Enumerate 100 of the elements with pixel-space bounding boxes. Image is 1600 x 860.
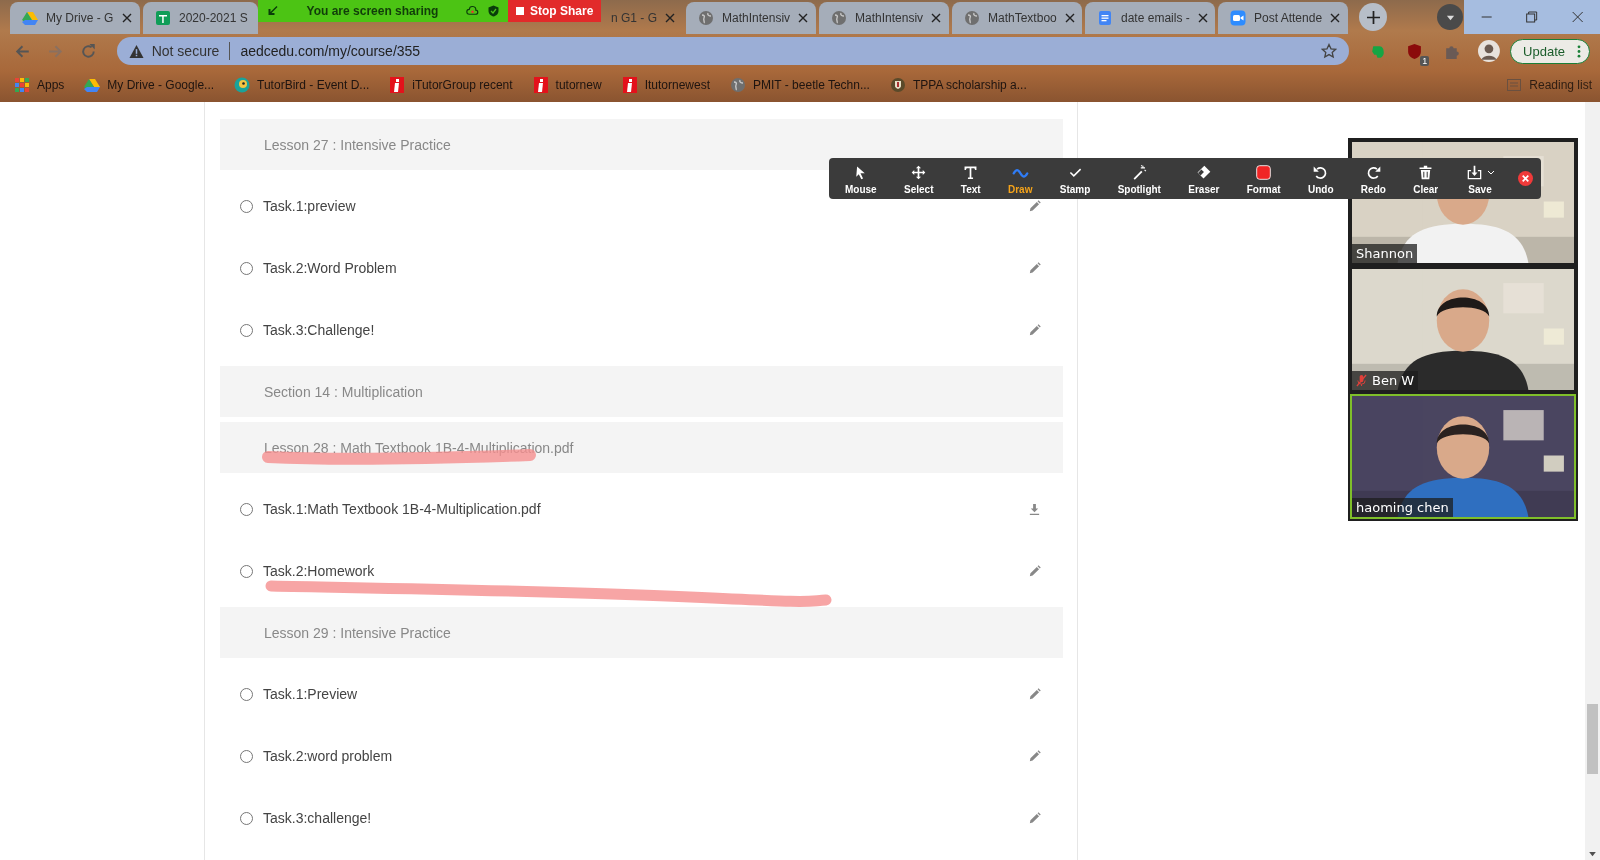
tool-button[interactable]: Save <box>1461 162 1499 195</box>
pencil-icon[interactable] <box>1028 199 1041 213</box>
close-icon[interactable] <box>1330 13 1341 23</box>
bookmark-item[interactable]: Itutornewest <box>621 77 710 93</box>
profile-avatar[interactable] <box>1478 40 1501 62</box>
task-link[interactable]: Task.1:Math Textbook 1B-4-Multiplication.pdf <box>263 501 541 517</box>
pencil-icon[interactable] <box>1028 261 1041 275</box>
video-camera-icon <box>1230 10 1246 26</box>
task-link[interactable]: Task.3:challenge! <box>263 810 372 826</box>
color-swatch-icon <box>1255 164 1273 181</box>
crest-icon <box>889 77 906 93</box>
address-bar[interactable]: Not secure aedcedu.com/my/course/355 <box>116 37 1350 65</box>
browser-tab[interactable]: date emails - <box>1085 2 1215 34</box>
task-link[interactable]: Task.2:word problem <box>263 748 393 764</box>
tool-button[interactable]: Draw <box>1003 162 1037 195</box>
spreadsheet-icon <box>155 10 171 26</box>
pencil-icon[interactable] <box>1028 811 1041 825</box>
scroll-down-icon[interactable] <box>1589 852 1596 857</box>
download-icon[interactable] <box>1028 502 1041 516</box>
close-icon[interactable] <box>1064 13 1075 23</box>
tool-button[interactable]: Redo <box>1356 162 1390 195</box>
bookmark-item[interactable]: TutorBird - Event D... <box>234 77 370 93</box>
shield-icon <box>487 5 500 17</box>
drive-icon <box>84 77 101 93</box>
browser-tab[interactable]: 2020-2021 S <box>143 2 258 34</box>
tool-button[interactable]: Select <box>900 162 938 195</box>
caret-icon[interactable] <box>1486 169 1495 176</box>
move-arrows-icon <box>910 164 928 181</box>
shield-icon[interactable] <box>1406 42 1424 60</box>
bookmark-item[interactable]: PMIT - beetle Techn... <box>730 77 870 93</box>
close-icon[interactable] <box>931 13 942 23</box>
browser-tab[interactable]: MathIntensiv <box>819 2 949 34</box>
bookmark-label: TutorBird - Event D... <box>257 78 370 92</box>
bookmark-label: Itutornewest <box>644 78 710 92</box>
browser-tab[interactable]: My Drive - G <box>10 2 140 34</box>
close-icon[interactable] <box>1517 171 1533 186</box>
url-text: aedcedu.com/my/course/355 <box>240 43 421 59</box>
pencil-icon[interactable] <box>1028 564 1041 578</box>
pencil-icon[interactable] <box>1028 323 1041 337</box>
globe-icon <box>730 77 746 93</box>
drive-icon <box>22 10 38 26</box>
plus-icon[interactable] <box>1366 10 1380 24</box>
tool-button[interactable]: Undo <box>1304 162 1338 195</box>
bookmark-label: tutornew <box>555 78 602 92</box>
bookmark-item[interactable]: iTutorGroup recent <box>389 77 513 93</box>
globe-icon <box>831 10 847 26</box>
close-icon[interactable] <box>122 13 132 23</box>
scrollbar[interactable] <box>1585 102 1600 860</box>
header-title: Lesson 28 : Math Textbook 1B-4-Multiplication.pdf <box>264 439 574 456</box>
browser-tab[interactable]: MathIntensiv <box>686 2 816 34</box>
tool-button[interactable]: Spotlight <box>1113 162 1165 195</box>
tool-button[interactable]: Eraser <box>1184 162 1224 195</box>
bookmark-item[interactable]: TPPA scholarship a... <box>889 77 1027 93</box>
tab-search-button[interactable] <box>1437 4 1463 30</box>
bookmark-label: PMIT - beetle Techn... <box>753 78 870 92</box>
new-tab-button[interactable] <box>1359 3 1387 31</box>
browser-tab[interactable]: MathTextboo <box>952 2 1082 34</box>
globe-icon <box>964 10 980 26</box>
header-title: Lesson 27 : Intensive Practice <box>264 136 451 153</box>
close-icon[interactable] <box>1197 13 1208 23</box>
task-link[interactable]: Task.2:Word Problem <box>263 260 397 276</box>
task-link[interactable]: Task.1:preview <box>263 198 356 214</box>
save-icon <box>1465 164 1483 181</box>
more-icon[interactable] <box>1576 44 1581 58</box>
tool-button[interactable]: Clear <box>1409 162 1443 195</box>
tool-button[interactable]: Text <box>956 162 985 195</box>
update-button[interactable]: Update <box>1510 38 1590 64</box>
tool-button[interactable]: Mouse <box>841 162 881 195</box>
logo-icon <box>621 77 638 93</box>
tool-button[interactable]: Format <box>1242 162 1285 195</box>
cloud-icon <box>466 5 479 17</box>
bookmark-item[interactable]: My Drive - Google... <box>84 77 215 93</box>
participant-name: Ben W <box>1372 373 1415 388</box>
reload-icon[interactable] <box>79 42 97 60</box>
pencil-icon[interactable] <box>1028 749 1041 763</box>
scroll-thumb[interactable] <box>1587 704 1598 774</box>
close-icon[interactable] <box>798 13 809 23</box>
browser-tab[interactable]: Post Attende <box>1218 2 1348 34</box>
globe-icon <box>698 10 714 26</box>
participant-name: haoming chen <box>1356 500 1449 515</box>
bookmark-label: Apps <box>37 78 65 92</box>
header-title: Lesson 29 : Intensive Practice <box>264 624 451 641</box>
bookmark-item[interactable]: tutornew <box>532 77 602 93</box>
bird-icon <box>234 77 251 93</box>
warning-icon <box>128 43 144 59</box>
tool-button[interactable]: Stamp <box>1055 162 1095 195</box>
header-title: Section 14 : Multiplication <box>264 383 423 400</box>
bookmark-label: Reading list <box>1529 78 1592 92</box>
apps-grid-icon <box>14 77 30 93</box>
pencil-icon[interactable] <box>1028 687 1041 701</box>
bookmark-item[interactable]: Apps <box>14 77 65 93</box>
task-link[interactable]: Task.3:Challenge! <box>263 322 375 338</box>
extension-badge: 1 <box>1420 55 1430 66</box>
star-icon[interactable] <box>1321 43 1338 59</box>
stop-share-button[interactable]: Stop Share <box>508 0 602 22</box>
arrow-icon <box>266 5 279 17</box>
muted-mic-icon <box>1356 374 1367 387</box>
task-link[interactable]: Task.2:Homework <box>263 563 375 579</box>
security-label: Not secure <box>151 43 220 59</box>
task-link[interactable]: Task.1:Preview <box>263 686 358 702</box>
